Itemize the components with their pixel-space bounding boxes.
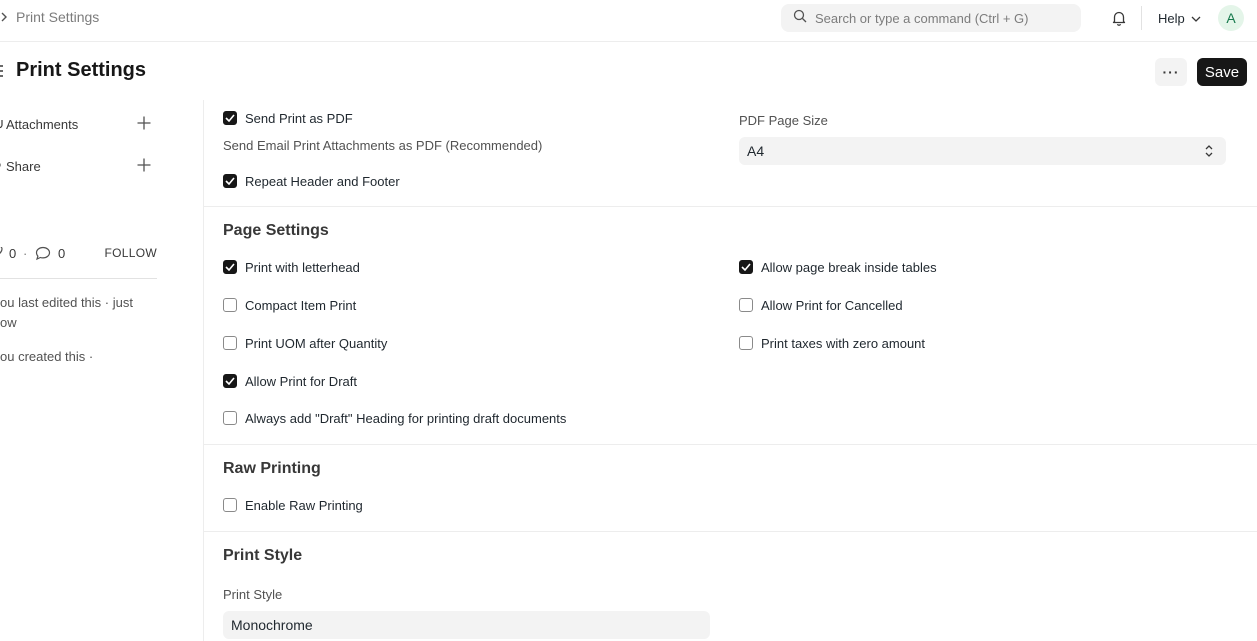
checkbox-box[interactable] (223, 111, 237, 125)
enable-raw-printing-label: Enable Raw Printing (245, 497, 363, 513)
last-edited-text: ou last edited this · just ow (0, 295, 133, 330)
check-icon (741, 263, 751, 271)
check-icon (225, 114, 235, 122)
send-print-as-pdf-checkbox[interactable]: Send Print as PDF (223, 109, 353, 127)
breadcrumb: Print Settings (0, 9, 99, 25)
follow-button[interactable]: FOLLOW (105, 246, 157, 260)
send-print-as-pdf-description: Send Email Print Attachments as PDF (Rec… (223, 138, 543, 153)
section-divider (204, 206, 1257, 207)
share-label: Share (6, 158, 41, 174)
print-taxes-with-zero-amount-label: Print taxes with zero amount (761, 335, 926, 351)
chevron-down-icon (1191, 11, 1201, 26)
allow-page-break-inside-tables-label: Allow page break inside tables (761, 259, 937, 275)
allow-print-for-cancelled-label: Allow Print for Cancelled (761, 297, 903, 313)
pdf-page-size-select[interactable]: A4 (739, 137, 1226, 165)
stats-dot: · (23, 246, 28, 261)
compact-item-print-label: Compact Item Print (245, 297, 357, 313)
add-attachment-plus-icon[interactable] (136, 115, 152, 131)
breadcrumb-print-settings[interactable]: Print Settings (16, 9, 99, 25)
sidebar-stats: 0 · 0 FOLLOW (0, 244, 157, 264)
page-settings-heading[interactable]: Page Settings (223, 222, 329, 240)
form-body: Send Print as PDF Send Email Print Attac… (203, 100, 1257, 641)
add-share-plus-icon[interactable] (136, 157, 152, 173)
always-add-draft-heading-checkbox[interactable]: Always add "Draft" Heading for printing … (223, 409, 566, 427)
checkbox-box[interactable] (739, 298, 753, 312)
chevron-right-icon (0, 10, 8, 25)
print-uom-after-quantity-checkbox[interactable]: Print UOM after Quantity (223, 334, 387, 352)
print-style-select[interactable]: Monochrome (223, 611, 710, 639)
help-dropdown[interactable]: Help (1158, 11, 1201, 26)
send-print-as-pdf-label: Send Print as PDF (245, 110, 353, 126)
checkbox-box[interactable] (223, 174, 237, 188)
sidebar-toggle-icon[interactable] (0, 64, 4, 78)
page-title: Print Settings (16, 59, 147, 81)
search-icon (793, 9, 807, 28)
checkbox-box[interactable] (223, 411, 237, 425)
section-divider (204, 444, 1257, 445)
allow-page-break-inside-tables-checkbox[interactable]: Allow page break inside tables (739, 258, 937, 276)
pdf-page-size-value: A4 (747, 143, 765, 159)
attachments-label: Attachments (6, 116, 79, 132)
navbar: Print Settings Help A (0, 0, 1257, 42)
raw-printing-heading[interactable]: Raw Printing (223, 460, 321, 478)
print-style-value: Monochrome (231, 617, 313, 633)
print-uom-after-quantity-label: Print UOM after Quantity (245, 335, 388, 351)
allow-print-for-draft-checkbox[interactable]: Allow Print for Draft (223, 372, 357, 390)
search-input[interactable] (815, 10, 1070, 26)
likes-count: 0 (9, 246, 17, 261)
print-with-letterhead-label: Print with letterhead (245, 259, 360, 275)
checkbox-box[interactable] (739, 336, 753, 350)
checkbox-box[interactable] (223, 498, 237, 512)
navbar-divider (1141, 6, 1142, 30)
sidebar-share: Share (0, 154, 160, 178)
enable-raw-printing-checkbox[interactable]: Enable Raw Printing (223, 496, 363, 514)
checkbox-box[interactable] (223, 260, 237, 274)
checkbox-box[interactable] (223, 298, 237, 312)
select-arrows-icon (1204, 143, 1214, 159)
checkbox-box[interactable] (223, 374, 237, 388)
checkbox-box[interactable] (739, 260, 753, 274)
print-with-letterhead-checkbox[interactable]: Print with letterhead (223, 258, 360, 276)
sidebar-divider (0, 278, 157, 279)
help-label: Help (1158, 11, 1185, 26)
print-taxes-with-zero-amount-checkbox[interactable]: Print taxes with zero amount (739, 334, 925, 352)
avatar[interactable]: A (1218, 5, 1244, 31)
bell-icon[interactable] (1110, 9, 1128, 27)
pdf-page-size-label: PDF Page Size (739, 113, 828, 128)
comments-count: 0 (58, 246, 66, 261)
created-text: ou created this · (0, 349, 94, 364)
checkbox-box[interactable] (223, 336, 237, 350)
compact-item-print-checkbox[interactable]: Compact Item Print (223, 296, 356, 314)
paperclip-icon (0, 117, 4, 132)
section-divider (204, 531, 1257, 532)
comment-icon[interactable] (35, 246, 51, 264)
heart-icon[interactable] (0, 245, 4, 262)
allow-print-for-draft-label: Allow Print for Draft (245, 373, 357, 389)
check-icon (225, 263, 235, 271)
repeat-header-footer-checkbox[interactable]: Repeat Header and Footer (223, 172, 400, 190)
print-style-label: Print Style (223, 587, 283, 602)
always-add-draft-heading-label: Always add "Draft" Heading for printing … (245, 410, 567, 426)
check-icon (225, 177, 235, 185)
more-actions-button[interactable]: ··· (1155, 58, 1187, 86)
save-button[interactable]: Save (1197, 58, 1247, 86)
print-style-heading[interactable]: Print Style (223, 547, 302, 565)
awesomebar-search[interactable] (781, 4, 1081, 32)
repeat-header-footer-label: Repeat Header and Footer (245, 173, 400, 189)
allow-print-for-cancelled-checkbox[interactable]: Allow Print for Cancelled (739, 296, 903, 314)
sidebar-attachments: Attachments (0, 112, 160, 136)
check-icon (225, 377, 235, 385)
share-icon (0, 159, 4, 174)
